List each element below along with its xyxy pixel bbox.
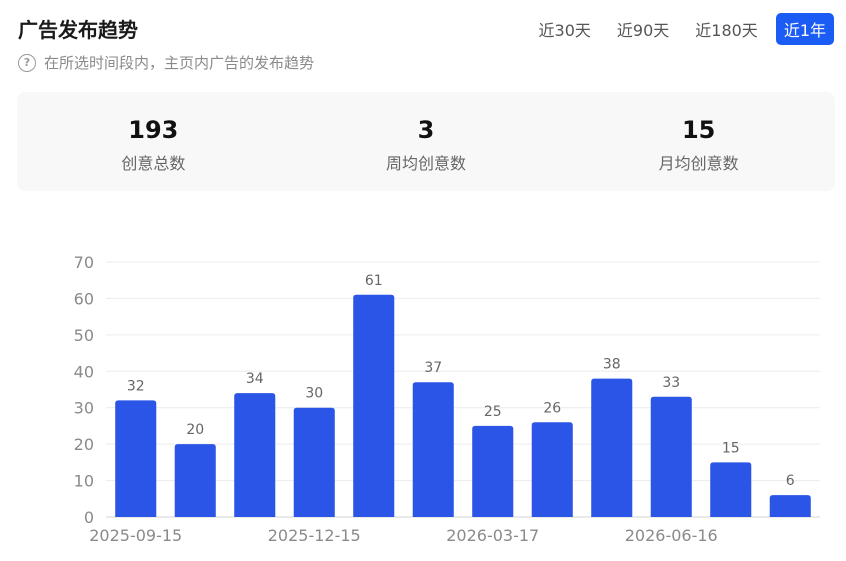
bar bbox=[531, 422, 573, 517]
stat-value: 193 bbox=[128, 116, 179, 144]
y-tick-label: 50 bbox=[74, 326, 94, 345]
bar bbox=[234, 393, 276, 517]
subtitle-row: ? 在所选时间段内，主页内广告的发布趋势 bbox=[18, 52, 314, 73]
question-mark-icon[interactable]: ? bbox=[18, 53, 36, 72]
bar bbox=[472, 425, 514, 517]
data-label: 6 bbox=[786, 473, 795, 489]
bar-chart: 0 10 20 30 40 50 60 70 32 20 34 30 61 37 25 26 38 33 15 6 20… bbox=[74, 253, 820, 545]
y-tick-label: 40 bbox=[74, 362, 94, 381]
stat-monthly-avg: 15 月均创意数 bbox=[562, 92, 835, 191]
data-label: 33 bbox=[662, 375, 680, 391]
date-range-tabs: 近30天 近90天 近180天 近1年 bbox=[531, 13, 834, 45]
x-tick-label: 2026-03-17 bbox=[446, 526, 539, 545]
y-tick-label: 30 bbox=[74, 399, 94, 418]
stat-label: 月均创意数 bbox=[658, 154, 739, 173]
tab-1-year[interactable]: 近1年 bbox=[775, 13, 834, 45]
bar bbox=[591, 378, 633, 517]
bar bbox=[650, 396, 692, 517]
bar bbox=[769, 495, 811, 517]
stat-weekly-avg: 3 周均创意数 bbox=[290, 92, 563, 191]
data-label: 37 bbox=[424, 360, 442, 376]
data-label: 38 bbox=[603, 357, 621, 373]
tab-90-days[interactable]: 近90天 bbox=[609, 13, 677, 45]
data-label: 61 bbox=[365, 273, 383, 289]
bar bbox=[293, 407, 335, 517]
data-label: 26 bbox=[543, 400, 561, 416]
data-label: 25 bbox=[484, 404, 502, 420]
x-tick-label: 2026-06-16 bbox=[625, 526, 718, 545]
data-label: 20 bbox=[186, 422, 204, 438]
y-tick-label: 60 bbox=[74, 289, 94, 308]
bar bbox=[412, 382, 454, 517]
stat-value: 15 bbox=[681, 116, 716, 144]
bar bbox=[710, 462, 752, 517]
x-tick-label: 2025-09-15 bbox=[89, 526, 182, 545]
bar bbox=[115, 400, 157, 517]
stat-total-creatives: 193 创意总数 bbox=[17, 92, 290, 191]
data-label: 34 bbox=[246, 371, 264, 387]
x-tick-label: 2025-12-15 bbox=[268, 526, 361, 545]
stat-label: 创意总数 bbox=[121, 154, 186, 173]
subtitle-text: 在所选时间段内，主页内广告的发布趋势 bbox=[44, 54, 315, 72]
page-title: 广告发布趋势 bbox=[18, 18, 138, 42]
data-label: 30 bbox=[305, 386, 323, 402]
bar bbox=[353, 294, 395, 517]
y-tick-label: 20 bbox=[74, 435, 94, 454]
stat-value: 3 bbox=[417, 116, 435, 144]
y-tick-label: 70 bbox=[74, 253, 94, 272]
tab-180-days[interactable]: 近180天 bbox=[687, 13, 766, 45]
y-tick-label: 10 bbox=[74, 472, 94, 491]
tab-30-days[interactable]: 近30天 bbox=[531, 13, 599, 45]
y-tick-label: 0 bbox=[84, 508, 94, 527]
bar bbox=[174, 444, 216, 517]
data-label: 15 bbox=[722, 440, 740, 456]
stat-label: 周均创意数 bbox=[386, 154, 467, 173]
data-label: 32 bbox=[127, 378, 145, 394]
stats-panel: 193 创意总数 3 周均创意数 15 月均创意数 bbox=[17, 92, 835, 191]
